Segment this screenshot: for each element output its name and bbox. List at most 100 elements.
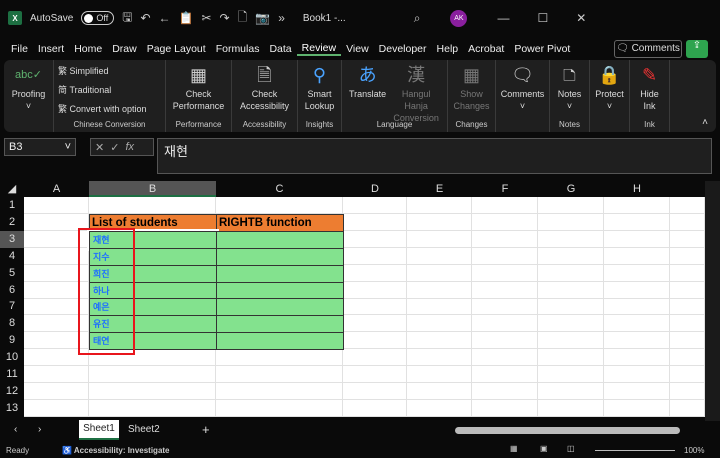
cell[interactable] bbox=[604, 230, 670, 248]
cell[interactable] bbox=[216, 382, 343, 400]
cell[interactable] bbox=[538, 315, 604, 333]
accessibility-status[interactable]: ♿ Accessibility: Investigate bbox=[62, 446, 170, 455]
row-header[interactable]: 8 bbox=[0, 315, 24, 333]
cell[interactable] bbox=[538, 197, 604, 214]
cell[interactable] bbox=[604, 197, 670, 214]
cell[interactable] bbox=[472, 264, 538, 282]
row-header[interactable]: 12 bbox=[0, 382, 24, 400]
cut-icon[interactable]: ✂ bbox=[201, 11, 211, 25]
tab-sheet2[interactable]: Sheet2 bbox=[128, 424, 160, 435]
cell[interactable] bbox=[89, 366, 216, 383]
cell[interactable] bbox=[407, 197, 472, 214]
convert-option-button[interactable]: 繁 Convert with option bbox=[58, 102, 161, 115]
cell[interactable] bbox=[24, 366, 89, 383]
cell[interactable] bbox=[216, 366, 343, 383]
cell[interactable] bbox=[343, 247, 407, 265]
row-header[interactable]: 6 bbox=[0, 281, 24, 299]
cell[interactable] bbox=[472, 382, 538, 400]
rightb-result-cell[interactable] bbox=[216, 264, 344, 283]
column-header[interactable]: B bbox=[89, 181, 216, 197]
cell[interactable] bbox=[472, 298, 538, 316]
cell[interactable] bbox=[670, 315, 705, 333]
tab-draw[interactable]: Draw bbox=[107, 43, 142, 55]
cell[interactable] bbox=[216, 197, 343, 214]
formula-input[interactable]: 재현 bbox=[157, 138, 712, 174]
cell[interactable] bbox=[604, 382, 670, 400]
cell[interactable] bbox=[670, 332, 705, 350]
cell[interactable] bbox=[538, 349, 604, 367]
tab-file[interactable]: File bbox=[6, 43, 33, 55]
cell[interactable] bbox=[472, 213, 538, 231]
tab-review[interactable]: Review bbox=[296, 42, 342, 56]
tab-sheet1[interactable]: Sheet1 bbox=[79, 420, 119, 440]
share-button[interactable]: ⇪ bbox=[686, 40, 708, 58]
cell[interactable] bbox=[343, 298, 407, 316]
tab-page-layout[interactable]: Page Layout bbox=[142, 43, 211, 55]
cell[interactable] bbox=[343, 281, 407, 299]
cell[interactable] bbox=[343, 349, 407, 367]
comments-button[interactable]: 🗨 Comments bbox=[614, 40, 682, 58]
column-header[interactable]: F bbox=[472, 181, 538, 197]
cell[interactable] bbox=[538, 399, 604, 417]
rightb-result-cell[interactable] bbox=[216, 247, 344, 266]
cell[interactable] bbox=[472, 399, 538, 417]
cell[interactable] bbox=[472, 230, 538, 248]
cell[interactable] bbox=[472, 247, 538, 265]
autosave-toggle[interactable]: Off bbox=[81, 11, 115, 25]
cell[interactable] bbox=[604, 247, 670, 265]
cell[interactable] bbox=[343, 315, 407, 333]
cell[interactable] bbox=[407, 332, 472, 350]
cell[interactable] bbox=[604, 264, 670, 282]
cell[interactable] bbox=[670, 197, 705, 214]
protect-button[interactable]: 🔒 Protect ˅ bbox=[592, 62, 627, 130]
cell[interactable] bbox=[407, 349, 472, 367]
cell[interactable] bbox=[604, 349, 670, 367]
cell[interactable] bbox=[24, 197, 89, 214]
cell[interactable] bbox=[604, 399, 670, 417]
next-sheet-icon[interactable]: › bbox=[38, 424, 41, 435]
proofing-button[interactable]: abc✓ Proofing ˅ bbox=[9, 62, 49, 130]
collapse-ribbon-icon[interactable]: ˄ bbox=[702, 117, 708, 128]
row-header[interactable]: 5 bbox=[0, 264, 24, 282]
tab-developer[interactable]: Developer bbox=[374, 43, 432, 55]
cell[interactable] bbox=[407, 315, 472, 333]
spreadsheet-grid[interactable]: ◢ A B C D E F G H 1 2 3 4 5 6 7 8 9 10 11 12 13 List of stude… bbox=[0, 181, 705, 417]
cell[interactable] bbox=[407, 399, 472, 417]
camera-icon[interactable]: 📷 bbox=[255, 11, 270, 25]
name-box[interactable]: B3 ˅ bbox=[4, 138, 76, 156]
column-header[interactable]: D bbox=[343, 181, 407, 197]
cell[interactable] bbox=[670, 247, 705, 265]
tab-data[interactable]: Data bbox=[264, 43, 296, 55]
cell[interactable] bbox=[538, 382, 604, 400]
cell[interactable] bbox=[343, 366, 407, 383]
cell[interactable] bbox=[538, 332, 604, 350]
cell[interactable] bbox=[604, 366, 670, 383]
prev-sheet-icon[interactable]: ‹ bbox=[14, 424, 17, 435]
cell[interactable] bbox=[407, 281, 472, 299]
cell[interactable] bbox=[343, 382, 407, 400]
cell[interactable] bbox=[216, 349, 343, 367]
cell[interactable] bbox=[604, 213, 670, 231]
cell[interactable] bbox=[407, 247, 472, 265]
zoom-level[interactable]: 100% bbox=[684, 446, 704, 455]
horizontal-scrollbar[interactable] bbox=[455, 427, 680, 434]
column-header[interactable]: E bbox=[407, 181, 472, 197]
comments-ribbon-button[interactable]: 🗨 Comments ˅ bbox=[498, 62, 548, 130]
save-icon[interactable]: 🖫 bbox=[122, 8, 132, 29]
cell[interactable] bbox=[538, 264, 604, 282]
cell[interactable] bbox=[343, 264, 407, 282]
rightb-result-cell[interactable] bbox=[216, 298, 344, 317]
avatar[interactable]: AK bbox=[450, 9, 468, 27]
add-sheet-icon[interactable]: + bbox=[202, 422, 210, 437]
cell[interactable] bbox=[24, 382, 89, 400]
cell[interactable] bbox=[472, 315, 538, 333]
tab-formulas[interactable]: Formulas bbox=[211, 43, 265, 55]
cell[interactable] bbox=[89, 399, 216, 417]
cell[interactable] bbox=[407, 366, 472, 383]
insert-function-button[interactable]: fx bbox=[125, 141, 134, 153]
column-header[interactable]: A bbox=[24, 181, 89, 197]
cell[interactable] bbox=[343, 213, 407, 231]
row-header[interactable]: 3 bbox=[0, 230, 24, 248]
cell[interactable] bbox=[538, 298, 604, 316]
column-header[interactable]: G bbox=[538, 181, 604, 197]
